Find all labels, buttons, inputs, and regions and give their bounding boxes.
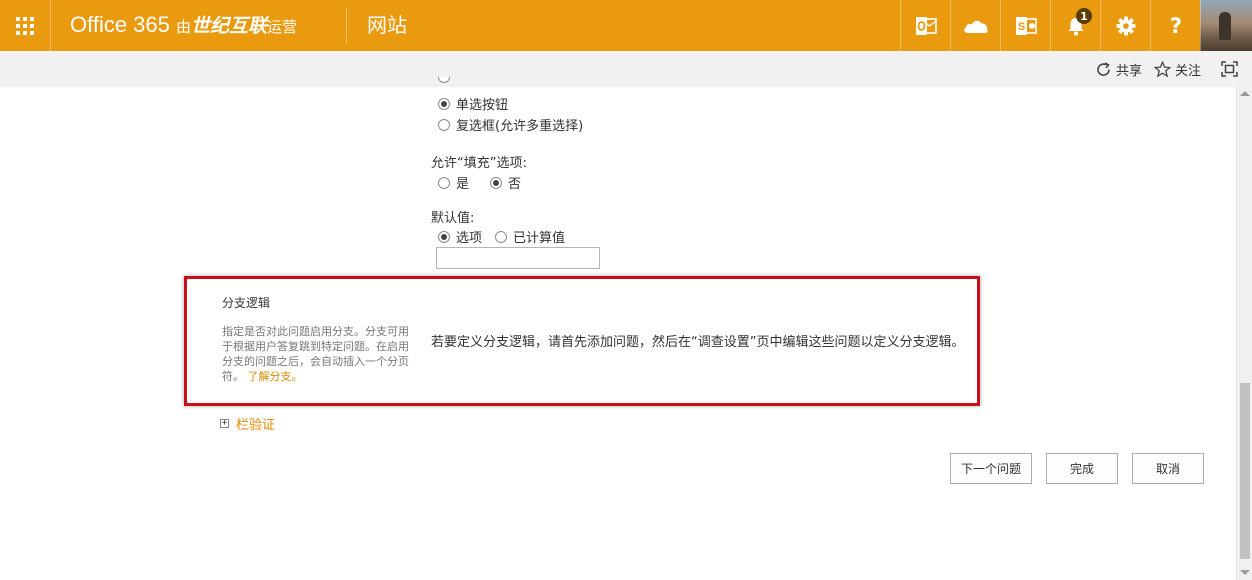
- sharepoint-icon[interactable]: S: [1000, 0, 1050, 51]
- branching-logic-title: 分支逻辑: [222, 296, 271, 310]
- suite-bar-icons: S 1 ?: [900, 0, 1200, 51]
- default-value-input[interactable]: [436, 247, 600, 269]
- radio-checkbox[interactable]: [438, 118, 450, 131]
- radio-option-single[interactable]: 单选按钮: [438, 94, 508, 113]
- brand-operated-suffix: 运营: [267, 19, 298, 36]
- avatar-figure: [1219, 12, 1231, 40]
- default-calculated-radio[interactable]: [495, 230, 507, 243]
- user-avatar[interactable]: [1200, 0, 1252, 51]
- radio-single-label: 单选按钮: [456, 98, 509, 113]
- share-label: 共享: [1116, 64, 1143, 79]
- suite-bar-divider: [346, 8, 347, 43]
- outlook-icon[interactable]: [900, 0, 950, 51]
- svg-text:S: S: [1017, 21, 1024, 33]
- default-calculated-option[interactable]: 已计算值: [495, 227, 565, 246]
- share-action[interactable]: 共享: [1096, 60, 1142, 79]
- suite-bar: Office 365 由世纪互联运营 网站 S 1 ?: [0, 0, 1252, 51]
- vertical-scrollbar[interactable]: [1236, 87, 1252, 580]
- notification-count-badge: 1: [1076, 8, 1092, 24]
- scroll-down-arrow-icon[interactable]: [1240, 570, 1250, 575]
- brand-operator: 世纪互联: [191, 16, 268, 37]
- fill-in-label: 允许“填充”选项:: [431, 156, 527, 171]
- brand-operated-prefix: 由: [176, 19, 192, 36]
- next-question-button[interactable]: 下一个问题: [950, 453, 1032, 484]
- scroll-up-arrow-icon[interactable]: [1240, 91, 1250, 96]
- default-value-label: 默认值:: [431, 211, 475, 226]
- cancel-button[interactable]: 取消: [1132, 453, 1204, 484]
- fill-in-no-label: 否: [508, 177, 522, 192]
- fill-in-yes-radio[interactable]: [438, 176, 450, 189]
- column-validation-label: 栏验证: [236, 418, 276, 433]
- follow-label: 关注: [1175, 64, 1202, 79]
- scroll-thumb[interactable]: [1240, 383, 1250, 559]
- site-name-link[interactable]: 网站: [367, 12, 407, 38]
- radio-checkbox-label: 复选框(允许多重选择): [456, 119, 584, 134]
- star-icon: [1154, 61, 1171, 78]
- radio-single[interactable]: [438, 97, 450, 110]
- app-launcher-icon[interactable]: [0, 0, 51, 51]
- share-icon: [1097, 61, 1110, 76]
- onedrive-icon[interactable]: [950, 0, 1000, 51]
- default-choice-option[interactable]: 选项: [438, 227, 482, 246]
- fill-in-yes-label: 是: [456, 177, 470, 192]
- help-icon[interactable]: ?: [1150, 0, 1200, 51]
- default-choice-label: 选项: [456, 231, 483, 246]
- fill-in-no-radio[interactable]: [490, 176, 502, 189]
- finish-button[interactable]: 完成: [1046, 453, 1118, 484]
- focus-mode-icon[interactable]: [1221, 61, 1238, 77]
- follow-action[interactable]: 关注: [1154, 60, 1201, 79]
- radio-option-partial: [438, 77, 450, 87]
- radio-partial: [438, 77, 450, 83]
- fill-in-no-option[interactable]: 否: [490, 173, 521, 192]
- branching-logic-body: 若要定义分支逻辑，请首先添加问题，然后在“调查设置”页中编辑这些问题以定义分支逻…: [431, 335, 965, 350]
- fill-in-yes-option[interactable]: 是: [438, 173, 469, 192]
- brand-name: Office 365: [70, 12, 170, 37]
- action-bar: 共享 关注: [0, 51, 1252, 87]
- learn-branching-link[interactable]: 了解分支。: [248, 370, 303, 383]
- default-choice-radio[interactable]: [438, 230, 450, 243]
- radio-option-checkbox[interactable]: 复选框(允许多重选择): [438, 115, 583, 134]
- notification-bell-icon[interactable]: 1: [1050, 0, 1100, 51]
- branching-logic-description: 指定是否对此问题启用分支。分支可用于根据用户答复跳到特定问题。在启用分支的问题之…: [222, 324, 418, 384]
- expand-plus-icon: +: [220, 418, 229, 428]
- settings-gear-icon[interactable]: [1100, 0, 1150, 51]
- column-validation-expander[interactable]: + 栏验证: [220, 414, 275, 433]
- svg-text:?: ?: [1169, 15, 1181, 37]
- brand-logo[interactable]: Office 365 由世纪互联运营: [70, 11, 297, 42]
- default-calculated-label: 已计算值: [513, 231, 566, 246]
